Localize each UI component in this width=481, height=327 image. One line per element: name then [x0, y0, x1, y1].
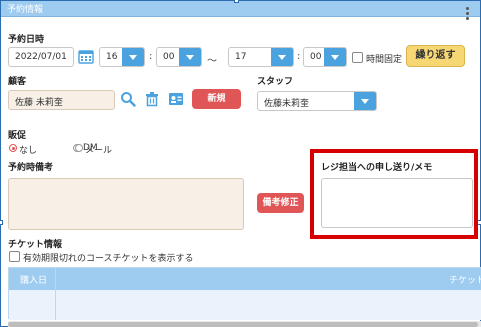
start-minute-value: 00 — [163, 52, 175, 62]
customer-name: 佐藤 未莉奎 — [15, 98, 63, 108]
date-value: 2022/07/01 — [15, 52, 67, 62]
staff-value: 佐藤未莉奎 — [264, 99, 310, 109]
search-icon[interactable] — [120, 91, 136, 107]
chevron-down-icon — [354, 92, 376, 110]
memo-label: レジ担当への申し送り/メモ — [321, 163, 433, 173]
ticket-table-body — [9, 290, 481, 320]
promo-label: 販促 — [8, 131, 27, 141]
title-bar: 予約情報 — [1, 1, 480, 20]
promo-radio-mail-display[interactable] — [75, 144, 83, 152]
show-expired-checkbox[interactable] — [9, 251, 20, 262]
end-hour-value: 17 — [235, 52, 247, 62]
column-purchase-date[interactable]: 購入日 — [20, 273, 47, 286]
scrollbar-thumb[interactable] — [8, 322, 478, 327]
fixed-time-label: 時間固定 — [366, 55, 403, 65]
promo-radio-none[interactable] — [9, 144, 17, 152]
start-minute-select[interactable]: 00 — [156, 47, 202, 67]
time-colon: : — [149, 51, 153, 62]
trash-icon[interactable] — [144, 91, 160, 107]
repeat-button[interactable]: 繰り返す — [406, 45, 465, 67]
start-hour-select[interactable]: 16 — [99, 47, 145, 67]
remarks-label: 予約時備考 — [8, 163, 54, 173]
resize-handle-top[interactable] — [234, 0, 239, 3]
chevron-down-icon — [179, 48, 201, 66]
date-input[interactable]: 2022/07/01 — [8, 47, 74, 67]
edit-remarks-button[interactable]: 備考修正 — [257, 193, 304, 213]
time-colon: : — [297, 51, 301, 62]
end-minute-value: 00 — [310, 52, 322, 62]
customer-label: 顧客 — [8, 77, 27, 87]
ticket-info-label: チケット情報 — [8, 240, 63, 250]
promo-option-none: なし — [19, 146, 38, 156]
end-hour-select[interactable]: 17 — [228, 47, 294, 67]
end-minute-select[interactable]: 00 — [303, 47, 347, 67]
more-menu-icon[interactable] — [466, 7, 470, 20]
column-ticket[interactable]: チケット — [449, 273, 481, 286]
show-expired-label: 有効期限切れのコースチケットを表示する — [23, 254, 194, 264]
remarks-textarea[interactable] — [8, 178, 244, 230]
staff-select[interactable]: 佐藤未莉奎 — [257, 91, 377, 111]
fixed-time-checkbox[interactable] — [352, 52, 363, 63]
customer-card-icon[interactable] — [168, 91, 184, 107]
reservation-datetime-label: 予約日時 — [8, 35, 45, 45]
ticket-table-header: 購入日 チケット — [9, 268, 481, 290]
memo-textarea[interactable] — [321, 178, 473, 228]
customer-field[interactable]: 佐藤 未莉奎 — [8, 90, 115, 110]
ticket-table: 購入日 チケット — [8, 267, 481, 320]
horizontal-scrollbar[interactable] — [8, 321, 481, 327]
dialog-title: 予約情報 — [7, 5, 44, 15]
chevron-down-icon — [271, 48, 293, 66]
range-tilde: ～ — [207, 56, 217, 67]
reservation-dialog: 予約情報 予約日時 2022/07/01 16 : 00 ～ 17 : 00 時… — [0, 0, 481, 327]
new-customer-button[interactable]: 新規 — [192, 89, 241, 109]
column-divider — [55, 268, 56, 320]
resize-handle-left[interactable] — [0, 220, 3, 225]
calendar-icon[interactable] — [78, 48, 94, 64]
chevron-down-icon — [122, 48, 144, 66]
staff-label: スタッフ — [257, 77, 294, 87]
start-hour-value: 16 — [106, 52, 118, 62]
chevron-down-icon — [324, 48, 346, 66]
promo-option-mail: メール — [85, 146, 113, 156]
